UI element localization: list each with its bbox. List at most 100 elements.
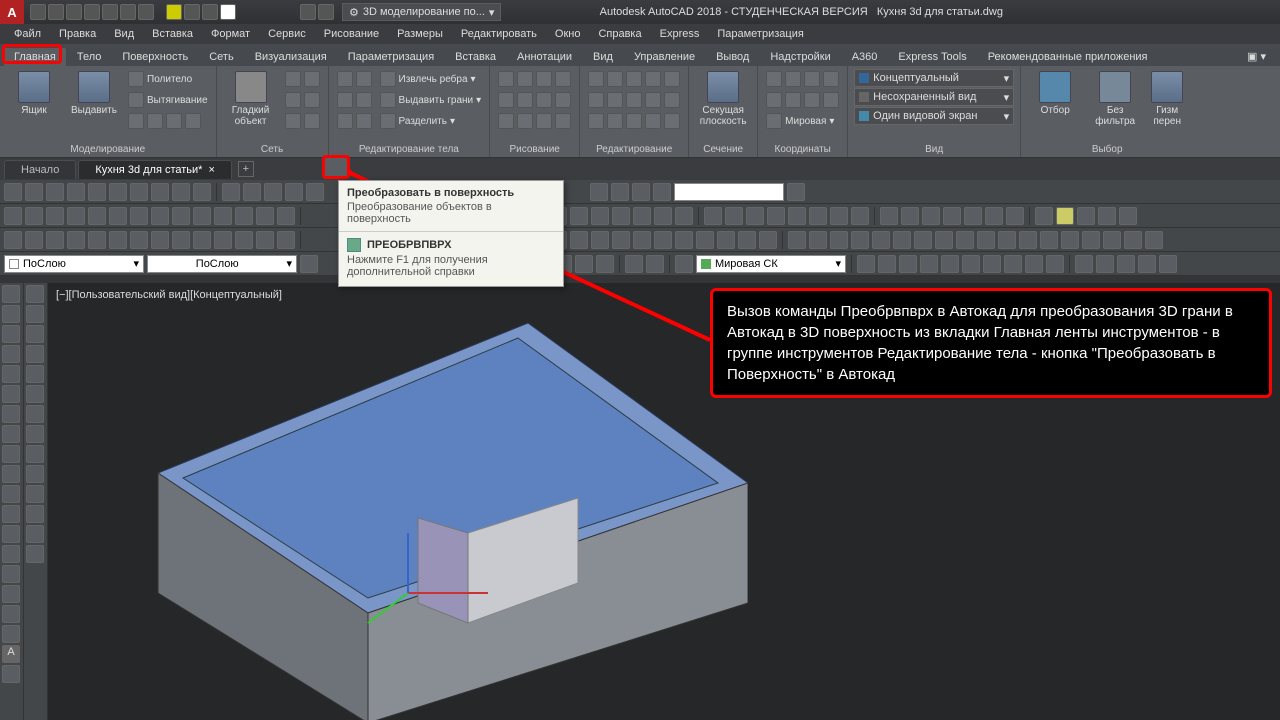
tb1-12[interactable] xyxy=(243,183,261,201)
l1-circle-icon[interactable] xyxy=(2,405,20,423)
menu-tools[interactable]: Сервис xyxy=(260,26,314,42)
se-i1[interactable] xyxy=(337,71,353,87)
tb3-5[interactable] xyxy=(88,231,106,249)
tb3-32[interactable] xyxy=(809,231,827,249)
tb2-6[interactable] xyxy=(109,207,127,225)
tb1-6[interactable] xyxy=(109,183,127,201)
mesh-i2[interactable] xyxy=(304,71,320,87)
tb4-12[interactable] xyxy=(899,255,917,273)
tb1-23[interactable] xyxy=(653,183,671,201)
ucs-i7[interactable] xyxy=(804,92,820,108)
tb4-24[interactable] xyxy=(1159,255,1177,273)
layer-color-dropdown[interactable]: ПоСлою▾ xyxy=(4,255,144,273)
tb2-34[interactable] xyxy=(851,207,869,225)
l1-point-icon[interactable] xyxy=(2,545,20,563)
ucs-i5[interactable] xyxy=(766,92,782,108)
tb2-31[interactable] xyxy=(788,207,806,225)
linetype-dropdown-2[interactable]: ПоСлою▾ xyxy=(147,255,297,273)
viewport-config-dropdown[interactable]: Один видовой экран▾ xyxy=(854,107,1014,125)
l2-torus-icon[interactable] xyxy=(26,385,44,403)
tb3-9[interactable] xyxy=(172,231,190,249)
revolve-icon[interactable] xyxy=(128,113,144,129)
ucs-i4[interactable] xyxy=(823,71,839,87)
tab-start[interactable]: Начало xyxy=(4,160,76,179)
menu-edit[interactable]: Правка xyxy=(51,26,104,42)
ellipse-icon[interactable] xyxy=(536,92,552,108)
l2-cyl-icon[interactable] xyxy=(26,365,44,383)
undo-icon[interactable] xyxy=(120,4,136,20)
tab-view[interactable]: Вид xyxy=(583,48,623,66)
break-icon[interactable] xyxy=(664,113,680,129)
saveas-icon[interactable] xyxy=(84,4,100,20)
tb4-19[interactable] xyxy=(1046,255,1064,273)
mesh-i1[interactable] xyxy=(285,71,301,87)
tab-featured[interactable]: Рекомендованные приложения xyxy=(978,48,1158,66)
l2-box-icon[interactable] xyxy=(26,285,44,303)
tb2-30[interactable] xyxy=(767,207,785,225)
tab-insert[interactable]: Вставка xyxy=(445,48,506,66)
nofilter-button[interactable]: Без фильтра xyxy=(1087,69,1143,129)
menu-format[interactable]: Формат xyxy=(203,26,258,42)
menu-draw[interactable]: Рисование xyxy=(316,26,387,42)
tab-output[interactable]: Вывод xyxy=(706,48,759,66)
tb2-10[interactable] xyxy=(193,207,211,225)
tb3-47[interactable] xyxy=(1124,231,1142,249)
tb2-40[interactable] xyxy=(985,207,1003,225)
tb2-7[interactable] xyxy=(130,207,148,225)
saved-view-dropdown[interactable]: Несохраненный вид▾ xyxy=(854,88,1014,106)
se-i5[interactable] xyxy=(337,113,353,129)
l2-12[interactable] xyxy=(26,505,44,523)
l1-table-icon[interactable] xyxy=(2,625,20,643)
menu-help[interactable]: Справка xyxy=(590,26,649,42)
smooth-button[interactable]: Гладкий объект xyxy=(223,69,279,129)
tb2-27[interactable] xyxy=(704,207,722,225)
rect-icon[interactable] xyxy=(498,92,514,108)
tab-collapse-icon[interactable]: ▣ ▾ xyxy=(1237,47,1276,66)
region-icon[interactable] xyxy=(536,113,552,129)
tb3-2[interactable] xyxy=(25,231,43,249)
l1-block-icon[interactable] xyxy=(2,525,20,543)
tab-annotate[interactable]: Аннотации xyxy=(507,48,582,66)
tb4-22[interactable] xyxy=(1117,255,1135,273)
tb1-9[interactable] xyxy=(172,183,190,201)
l1-ellarc-icon[interactable] xyxy=(2,485,20,503)
tb1-8[interactable] xyxy=(151,183,169,201)
align-icon[interactable] xyxy=(626,113,642,129)
tb4-20[interactable] xyxy=(1075,255,1093,273)
ucs-dropdown[interactable]: Мировая СК▾ xyxy=(696,255,846,273)
ucs-i8[interactable] xyxy=(823,92,839,108)
tb2-28[interactable] xyxy=(725,207,743,225)
menu-view[interactable]: Вид xyxy=(106,26,142,42)
circle-icon[interactable] xyxy=(536,71,552,87)
tb2-3[interactable] xyxy=(46,207,64,225)
stretch-icon[interactable] xyxy=(607,113,623,129)
arc-icon[interactable] xyxy=(555,71,571,87)
copy-icon[interactable] xyxy=(664,71,680,87)
l1-rect-icon[interactable] xyxy=(2,365,20,383)
l2-13[interactable] xyxy=(26,525,44,543)
world-cs-dropdown[interactable]: Мировая ▾ xyxy=(764,111,841,131)
l2-14[interactable] xyxy=(26,545,44,563)
tb3-23[interactable] xyxy=(612,231,630,249)
l1-hatch-icon[interactable] xyxy=(2,565,20,583)
tb1-10[interactable] xyxy=(193,183,211,201)
l1-revcloud-icon[interactable] xyxy=(2,425,20,443)
tb4-1[interactable] xyxy=(300,255,318,273)
line-icon[interactable] xyxy=(498,71,514,87)
point-icon[interactable] xyxy=(517,113,533,129)
tb3-12[interactable] xyxy=(235,231,253,249)
tb2-9[interactable] xyxy=(172,207,190,225)
tb2-26[interactable] xyxy=(675,207,693,225)
tb3-28[interactable] xyxy=(717,231,735,249)
tb2-41[interactable] xyxy=(1006,207,1024,225)
l1-text-icon[interactable]: A xyxy=(2,645,20,663)
tb4-21[interactable] xyxy=(1096,255,1114,273)
tab-manage[interactable]: Управление xyxy=(624,48,705,66)
mesh-i3[interactable] xyxy=(285,92,301,108)
tb3-41[interactable] xyxy=(998,231,1016,249)
plot-icon[interactable] xyxy=(102,4,118,20)
linetype-dropdown[interactable] xyxy=(674,183,784,201)
tb3-34[interactable] xyxy=(851,231,869,249)
tb2-38[interactable] xyxy=(943,207,961,225)
l1-spline-icon[interactable] xyxy=(2,445,20,463)
